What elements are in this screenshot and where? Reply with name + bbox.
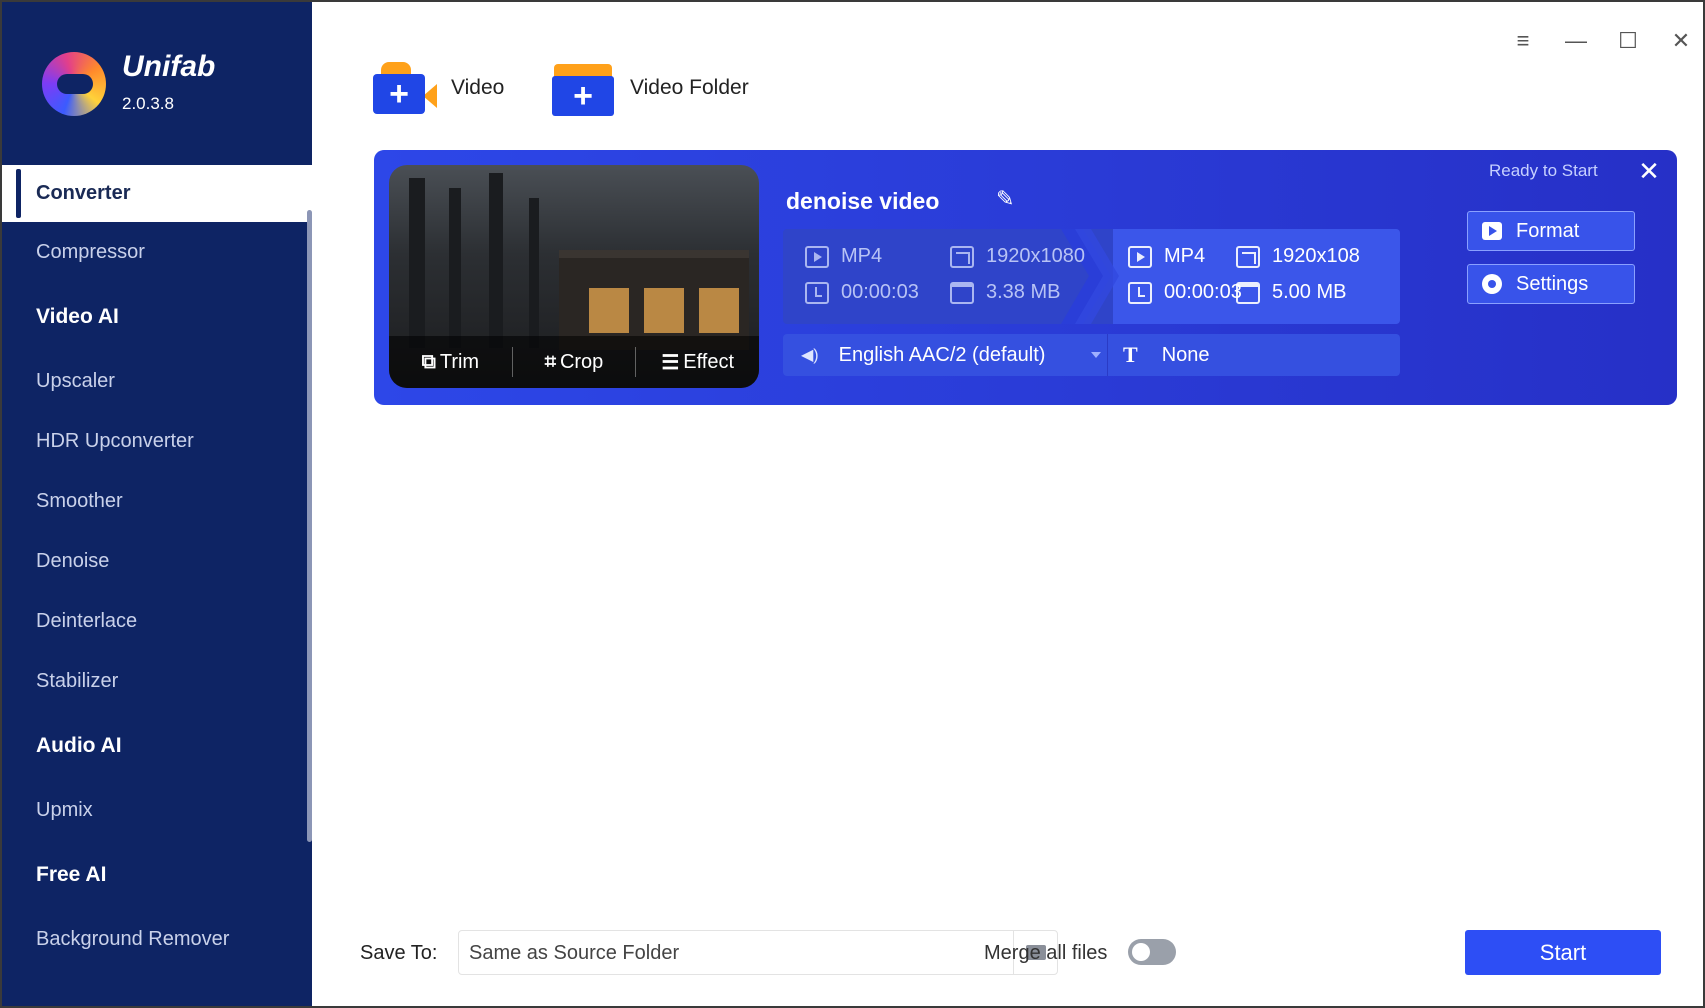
video-format-icon	[1128, 245, 1152, 268]
sidebar-item-hdr-upconverter[interactable]: HDR Upconverter	[2, 411, 312, 471]
sidebar-item-upscaler[interactable]: Upscaler	[2, 351, 312, 411]
effect-label: Effect	[683, 350, 735, 373]
sidebar-item-background-remover[interactable]: Background Remover	[2, 909, 312, 969]
video-thumbnail[interactable]: ⧉ Trim ⌗ Crop ☰ Effect	[389, 165, 759, 388]
add-folder-icon	[552, 60, 616, 116]
file-size-icon	[950, 281, 974, 304]
audio-track-select[interactable]: ◀) English AAC/2 (default)	[783, 334, 1108, 376]
resolution-icon	[950, 245, 974, 268]
video-format-icon	[805, 245, 829, 268]
task-card: ⧉ Trim ⌗ Crop ☰ Effect denoise video ✎ R…	[374, 150, 1677, 405]
settings-button[interactable]: Settings	[1467, 264, 1635, 304]
sidebar-item-upmix[interactable]: Upmix	[2, 780, 312, 840]
minimize-icon[interactable]: —	[1561, 26, 1591, 56]
crop-button[interactable]: ⌗ Crop	[513, 351, 636, 374]
convert-arrow-icon	[1061, 229, 1119, 324]
remove-task-icon[interactable]: ✕	[1634, 156, 1664, 186]
subtitle-icon: T	[1123, 342, 1138, 367]
maximize-icon[interactable]: ☐	[1613, 26, 1643, 56]
app-window: Unifab 2.0.3.8 Converter Compressor Vide…	[0, 0, 1705, 1008]
save-to-field[interactable]: Same as Source Folder	[458, 930, 1058, 975]
save-to-value: Same as Source Folder	[469, 942, 680, 964]
trim-icon: ⧉	[421, 350, 436, 373]
trim-button[interactable]: ⧉ Trim	[389, 351, 512, 374]
effect-button[interactable]: ☰ Effect	[636, 350, 759, 375]
sidebar-item-smoother[interactable]: Smoother	[2, 471, 312, 531]
duration-icon	[1128, 281, 1152, 304]
format-icon	[1482, 222, 1502, 240]
sidebar-section-free-ai: Free AI	[36, 863, 107, 886]
sidebar-item-stabilizer[interactable]: Stabilizer	[2, 651, 312, 711]
add-video-label: Video	[451, 76, 505, 99]
unifab-logo-icon	[42, 52, 106, 116]
output-resolution: 1920x108	[1236, 245, 1360, 268]
add-folder-label: Video Folder	[630, 76, 749, 99]
sidebar: Unifab 2.0.3.8 Converter Compressor Vide…	[2, 2, 312, 1006]
task-title: denoise video	[786, 188, 940, 214]
format-button[interactable]: Format	[1467, 211, 1635, 251]
duration-icon	[805, 281, 829, 304]
trim-label: Trim	[439, 350, 480, 373]
app-name: Unifab	[122, 50, 216, 83]
source-format: MP4	[805, 245, 882, 268]
add-video-icon	[373, 60, 437, 116]
sidebar-scrollbar[interactable]	[307, 210, 312, 842]
sidebar-item-converter[interactable]: Converter	[2, 165, 312, 222]
menu-icon[interactable]: ≡	[1508, 26, 1538, 56]
add-video-folder-button[interactable]: Video Folder	[552, 60, 749, 116]
thumbnail-action-bar: ⧉ Trim ⌗ Crop ☰ Effect	[389, 336, 759, 388]
source-duration: 00:00:03	[805, 281, 919, 304]
sidebar-nav: Converter Compressor Video AI Upscaler H…	[2, 165, 312, 969]
chevron-down-icon	[1091, 352, 1101, 358]
merge-all-files-label: Merge all files	[984, 942, 1108, 964]
source-resolution: 1920x1080	[950, 245, 1085, 268]
edit-title-icon[interactable]: ✎	[996, 186, 1022, 212]
gear-icon	[1482, 274, 1502, 294]
save-to-label: Save To:	[360, 942, 438, 964]
sidebar-section-audio-ai: Audio AI	[36, 734, 122, 757]
sidebar-section-video-ai: Video AI	[36, 305, 119, 328]
effect-sliders-icon: ☰	[661, 351, 680, 374]
source-size: 3.38 MB	[950, 281, 1060, 304]
task-status: Ready to Start	[1489, 161, 1598, 180]
output-size: 5.00 MB	[1236, 281, 1346, 304]
track-selectors: ◀) English AAC/2 (default) T None	[783, 334, 1400, 376]
add-video-button[interactable]: Video	[373, 60, 504, 116]
output-format: MP4	[1128, 245, 1205, 268]
close-window-icon[interactable]: ✕	[1666, 26, 1696, 56]
sidebar-item-compressor[interactable]: Compressor	[2, 222, 312, 282]
speaker-icon: ◀)	[801, 347, 819, 364]
media-info-panel: MP4 1920x1080 00:00:03 3.38 MB MP4 1920x…	[783, 229, 1400, 324]
resolution-icon	[1236, 245, 1260, 268]
crop-label: Crop	[559, 350, 604, 373]
brand: Unifab 2.0.3.8	[42, 50, 302, 120]
sidebar-item-denoise[interactable]: Denoise	[2, 531, 312, 591]
app-version: 2.0.3.8	[122, 94, 174, 113]
subtitle-select[interactable]: T None	[1123, 334, 1210, 376]
file-size-icon	[1236, 281, 1260, 304]
merge-toggle[interactable]	[1128, 939, 1176, 965]
crop-icon: ⌗	[544, 350, 556, 373]
start-button[interactable]: Start	[1465, 930, 1661, 975]
sidebar-item-deinterlace[interactable]: Deinterlace	[2, 591, 312, 651]
output-duration: 00:00:03	[1128, 281, 1242, 304]
